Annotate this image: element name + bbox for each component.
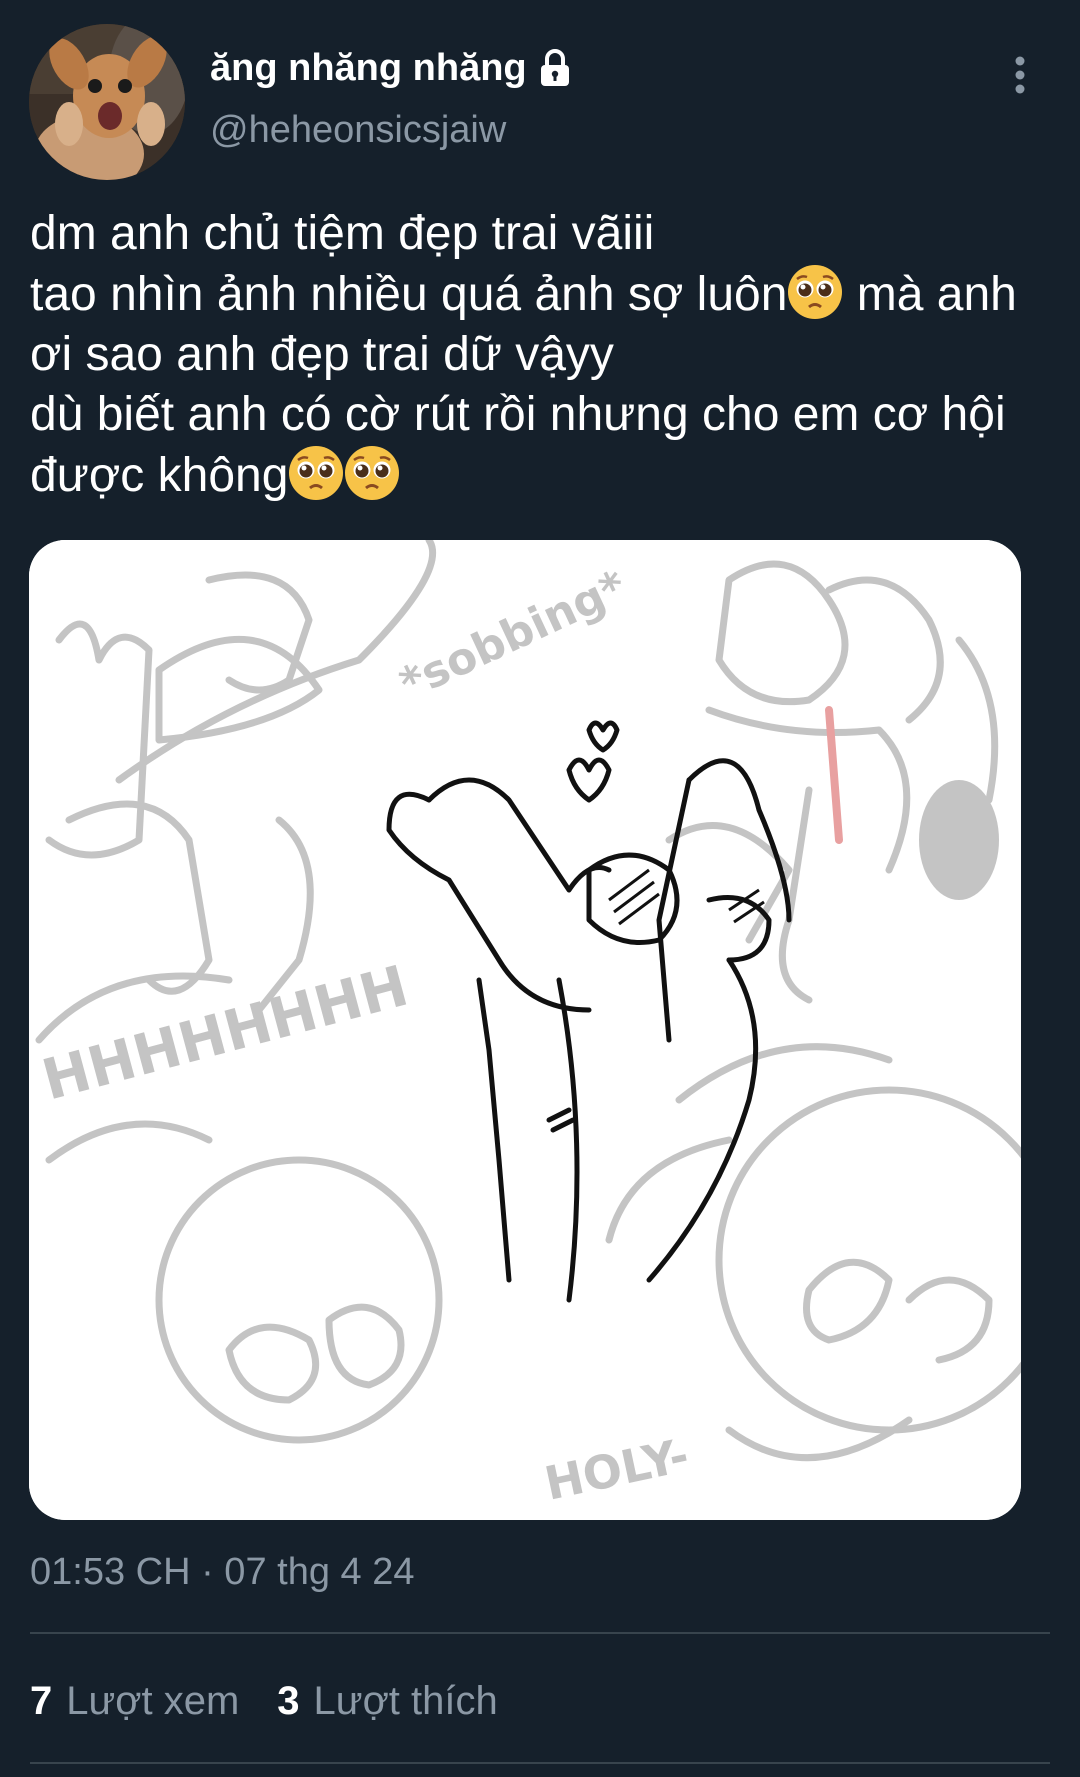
divider xyxy=(30,1762,1050,1764)
lock-icon xyxy=(537,48,573,88)
views-label: Lượt xem xyxy=(66,1679,240,1723)
tweet-line: tao nhìn ảnh nhiều quá ảnh sợ luôn mà an… xyxy=(30,264,1070,325)
tweet-text-segment: được không xyxy=(30,449,289,502)
tweet-text-segment: tao nhìn ảnh nhiều quá ảnh sợ luôn xyxy=(30,268,788,321)
tweet-line: được không xyxy=(30,445,1070,506)
views-count: 7 xyxy=(30,1679,53,1723)
pleading-face-emoji xyxy=(345,446,400,500)
user-name-row[interactable]: ăng nhăng nhăng xyxy=(210,44,573,92)
likes-label: Lượt thích xyxy=(313,1679,498,1723)
tweet-timestamp[interactable]: 01:53 CH · 07 thg 4 24 xyxy=(30,1548,414,1596)
tweet-text-segment: mà anh xyxy=(843,268,1017,321)
avatar[interactable] xyxy=(29,24,185,180)
likes-stat[interactable]: 3 Lượt thích xyxy=(277,1677,497,1725)
pleading-face-emoji xyxy=(289,446,344,500)
display-name[interactable]: ăng nhăng nhăng xyxy=(210,44,527,92)
likes-count: 3 xyxy=(277,1679,300,1723)
dog-avatar-image xyxy=(29,24,185,180)
tweet-media-image[interactable]: *sobbing* HHHHHHHH HOLY- xyxy=(29,540,1021,1520)
kebab-menu-icon xyxy=(1015,56,1025,94)
pleading-face-emoji xyxy=(788,265,843,319)
user-handle[interactable]: @heheonsicsjaiw xyxy=(210,106,506,154)
tweet-text: dm anh chủ tiệm đẹp trai vãiii tao nhìn … xyxy=(30,204,1070,506)
tweet-line: dm anh chủ tiệm đẹp trai vãiii xyxy=(30,207,655,260)
tweet-line: ơi sao anh đẹp trai dữ vậyy xyxy=(30,328,614,381)
tweet-stats: 7 Lượt xem 3 Lượt thích xyxy=(30,1677,498,1725)
views-stat[interactable]: 7 Lượt xem xyxy=(30,1677,239,1725)
divider xyxy=(30,1632,1050,1634)
tweet-line: dù biết anh có cờ rút rồi nhưng cho em c… xyxy=(30,388,1006,441)
more-options-button[interactable] xyxy=(1000,52,1040,98)
sketch-drawing: *sobbing* HHHHHHHH HOLY- xyxy=(29,540,1021,1520)
